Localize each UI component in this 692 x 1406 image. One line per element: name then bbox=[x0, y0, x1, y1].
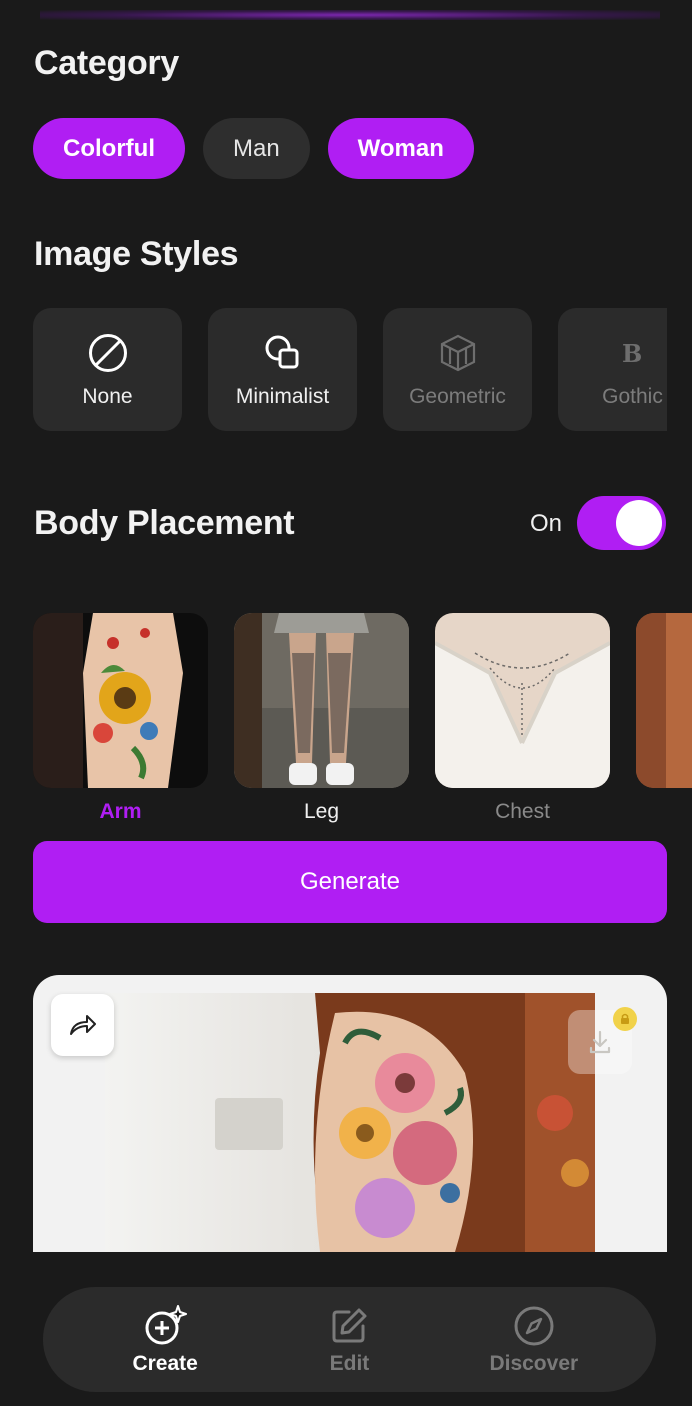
image-styles-title: Image Styles bbox=[34, 235, 239, 273]
nav-create[interactable]: Create bbox=[95, 1304, 235, 1376]
arm-thumbnail bbox=[33, 613, 208, 788]
placement-item-arm[interactable]: Arm bbox=[33, 613, 208, 833]
style-card-minimalist[interactable]: Minimalist bbox=[208, 308, 357, 431]
share-arrow-icon bbox=[69, 1015, 96, 1035]
geometric-cube-icon bbox=[436, 331, 480, 375]
create-sparkle-icon bbox=[143, 1304, 188, 1348]
edit-pencil-icon bbox=[327, 1304, 371, 1348]
partial-thumbnail bbox=[636, 613, 692, 788]
chip-woman[interactable]: Woman bbox=[327, 118, 474, 179]
style-card-geometric[interactable]: Geometric bbox=[383, 308, 532, 431]
share-button[interactable] bbox=[51, 994, 114, 1056]
none-circle-slash-icon bbox=[86, 331, 130, 375]
placement-label-chest: Chest bbox=[495, 800, 550, 823]
style-card-none[interactable]: None bbox=[33, 308, 182, 431]
minimalist-shapes-icon bbox=[261, 331, 305, 375]
chest-thumbnail bbox=[435, 613, 610, 788]
style-label-minimalist: Minimalist bbox=[235, 384, 330, 408]
result-image[interactable] bbox=[105, 993, 595, 1252]
placement-item-chest[interactable]: Chest bbox=[435, 613, 610, 833]
chip-man[interactable]: Man bbox=[202, 118, 310, 179]
placement-label-leg: Leg bbox=[303, 800, 340, 823]
download-icon bbox=[589, 1030, 611, 1054]
toggle-label: On bbox=[529, 510, 562, 537]
image-styles-list: None Minimalist Geometric B Gothic bbox=[33, 308, 667, 432]
placement-item-leg[interactable]: Leg bbox=[234, 613, 409, 833]
chip-colorful[interactable]: Colorful bbox=[33, 118, 185, 179]
bottom-nav: Create Edit Discover bbox=[43, 1287, 656, 1392]
nav-label-create: Create bbox=[132, 1351, 198, 1375]
body-placement-header: Body Placement On bbox=[34, 496, 666, 552]
style-label-gothic: Gothic bbox=[602, 384, 663, 408]
category-chips: Colorful Man Woman bbox=[33, 118, 474, 179]
nav-label-edit: Edit bbox=[329, 1351, 370, 1375]
top-glow-divider bbox=[40, 10, 660, 20]
placement-label-arm: Arm bbox=[99, 800, 142, 823]
generate-button[interactable]: Generate bbox=[33, 841, 667, 923]
style-label-geometric: Geometric bbox=[409, 384, 506, 408]
nav-discover[interactable]: Discover bbox=[464, 1304, 604, 1376]
style-card-gothic[interactable]: B Gothic bbox=[558, 308, 667, 431]
result-card bbox=[33, 975, 667, 1252]
nav-edit[interactable]: Edit bbox=[279, 1304, 419, 1376]
toggle-knob bbox=[616, 500, 662, 546]
leg-thumbnail bbox=[234, 613, 409, 788]
svg-text:B: B bbox=[622, 339, 642, 368]
body-placement-toggle[interactable] bbox=[577, 496, 666, 550]
body-placement-list: Arm Leg Chest bbox=[33, 613, 692, 833]
lock-icon bbox=[613, 1007, 637, 1031]
placement-item-partial[interactable] bbox=[636, 613, 692, 833]
style-label-none: None bbox=[82, 384, 133, 408]
body-placement-title: Body Placement bbox=[34, 504, 295, 542]
category-title: Category bbox=[34, 44, 179, 82]
compass-icon bbox=[512, 1304, 556, 1348]
gothic-letter-icon: B bbox=[611, 331, 655, 375]
nav-label-discover: Discover bbox=[489, 1351, 579, 1375]
